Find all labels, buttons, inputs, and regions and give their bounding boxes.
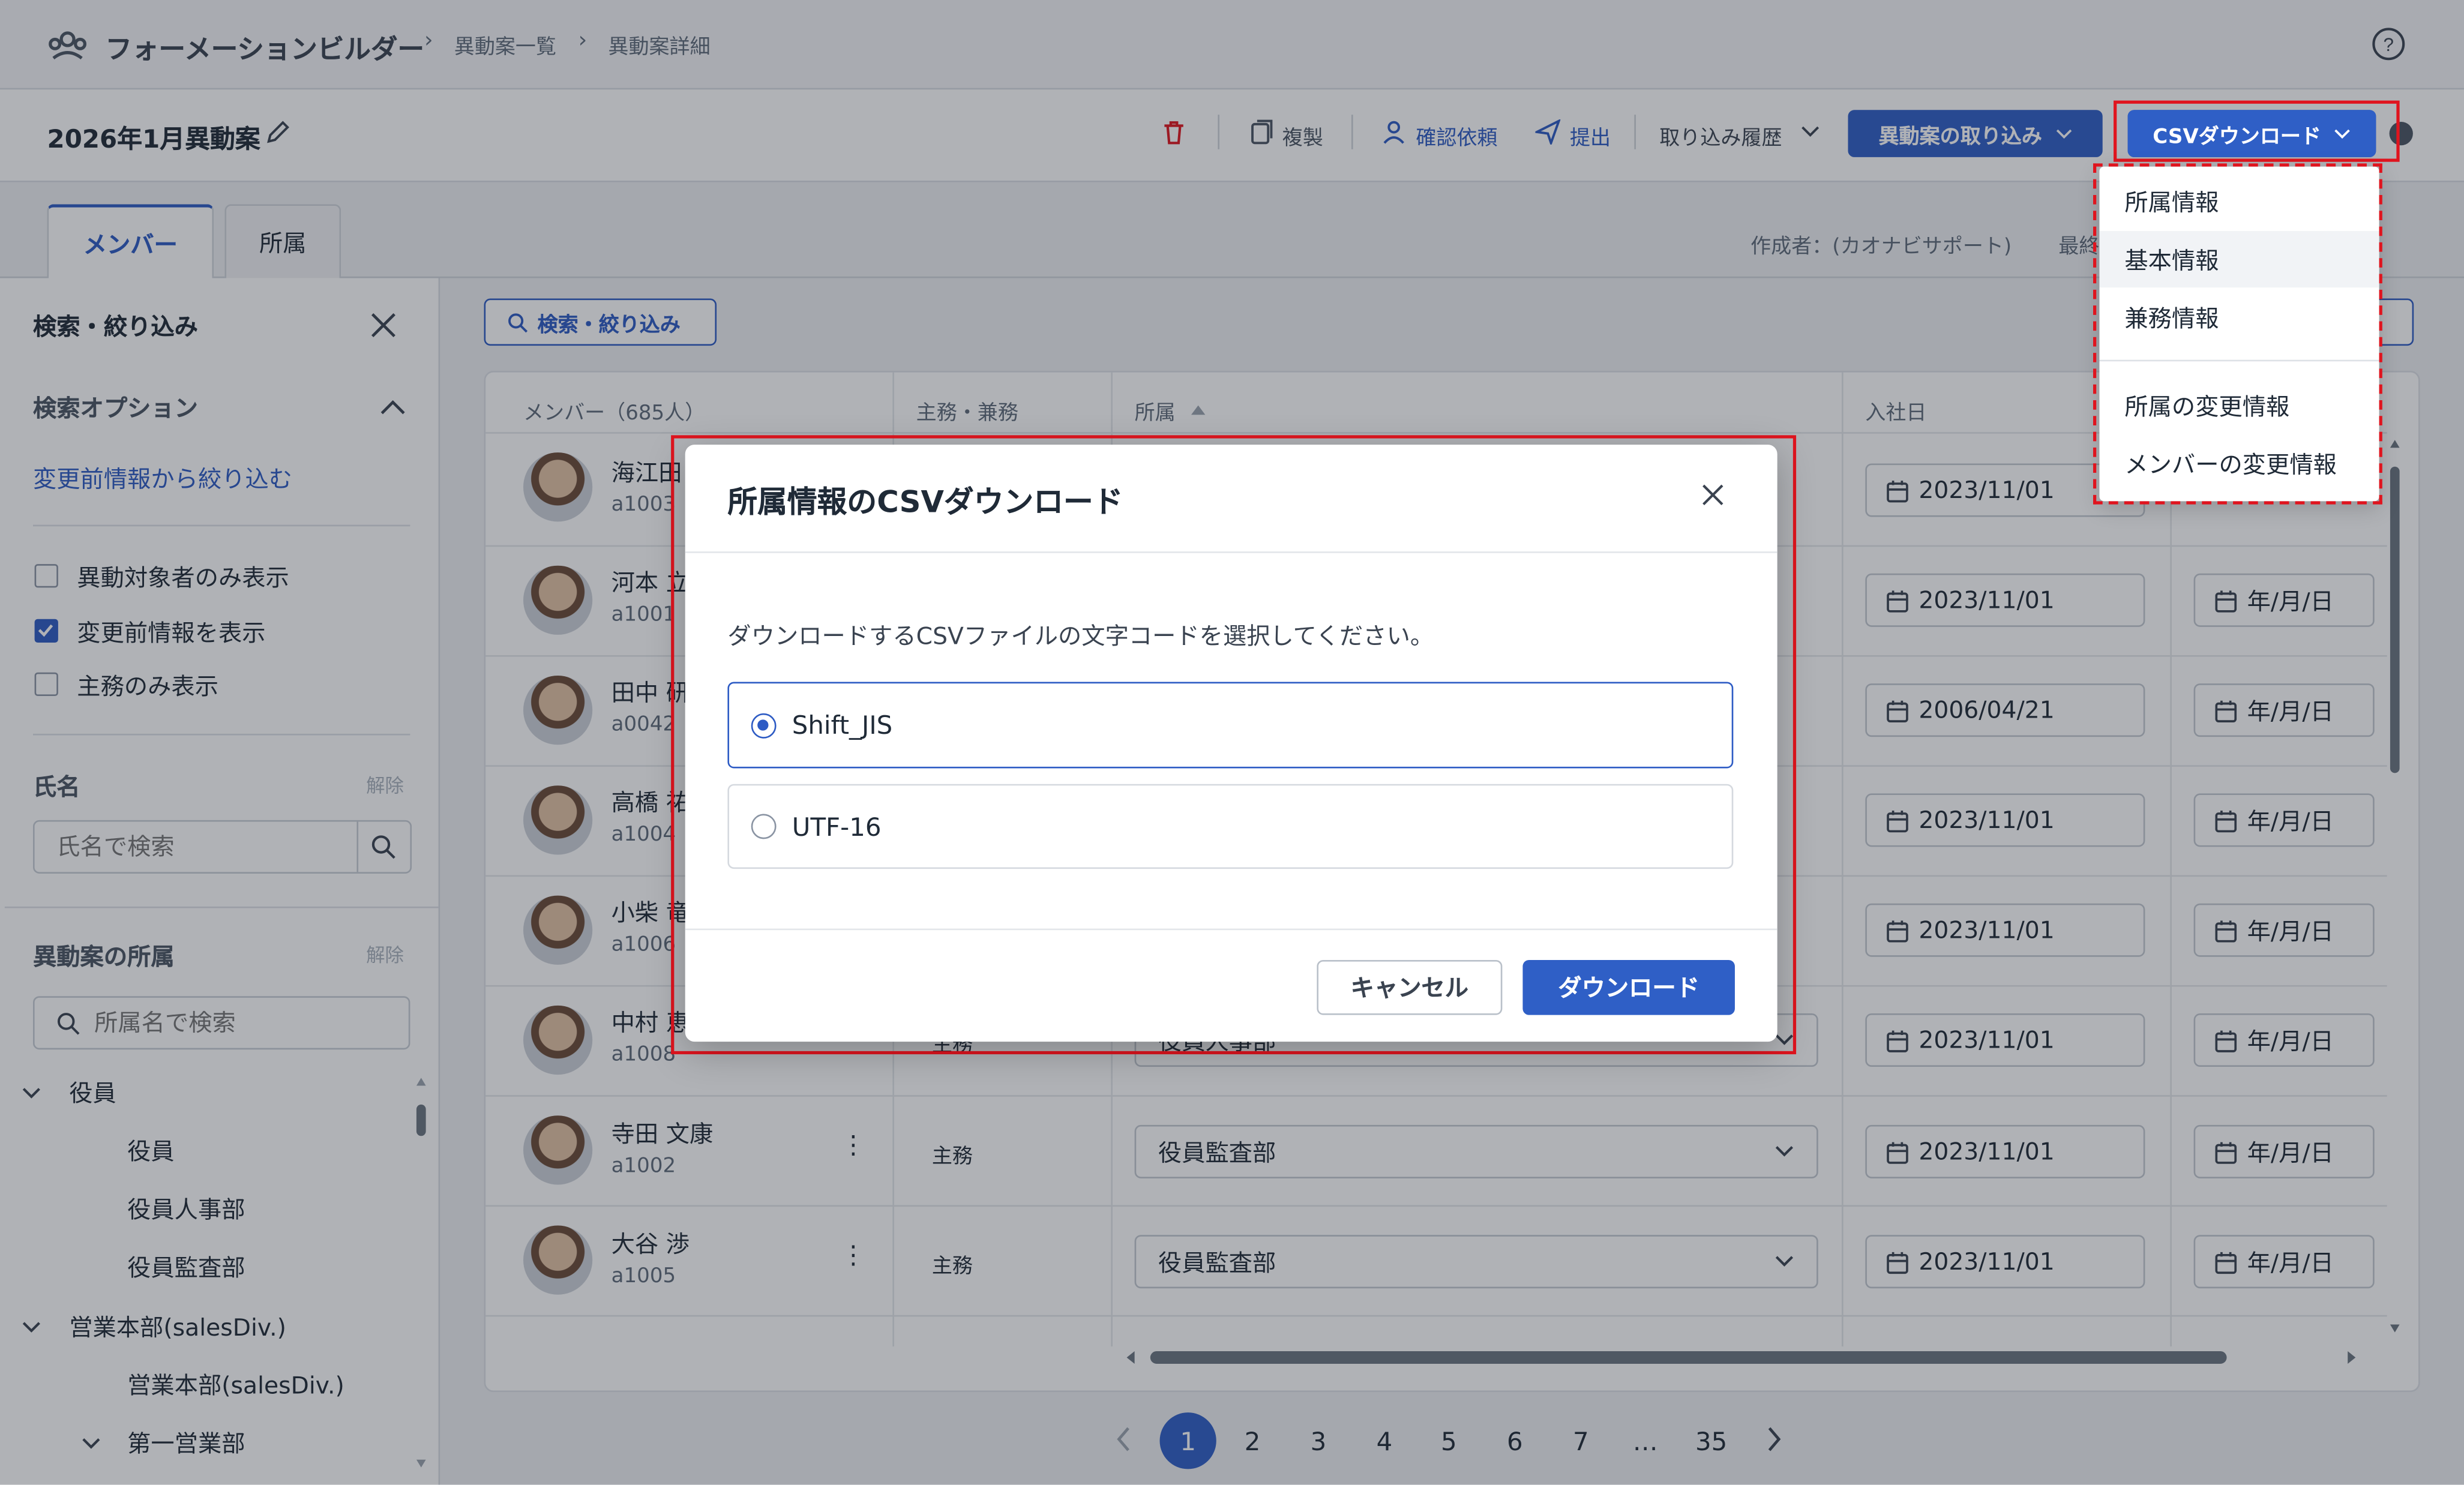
dialog-description: ダウンロードするCSVファイルの文字コードを選択してください。: [727, 622, 1434, 651]
download-button[interactable]: ダウンロード: [1522, 959, 1735, 1015]
radio-shift-jis[interactable]: [751, 712, 777, 738]
download-label: ダウンロード: [1558, 974, 1700, 1003]
option-label: Shift_JIS: [792, 710, 893, 740]
app-window: フォーメーションビルダー › 異動案一覧 › 異動案詳細 ? 2026年1月異動…: [0, 0, 2464, 1485]
option-label: UTF-16: [792, 811, 882, 842]
csv-download-dialog: 所属情報のCSVダウンロード ダウンロードするCSVファイルの文字コードを選択し…: [685, 445, 1777, 1042]
chevron-down-icon: [2334, 128, 2351, 138]
encoding-option-utf16[interactable]: UTF-16: [727, 784, 1734, 869]
cancel-label: キャンセル: [1350, 974, 1469, 1003]
csv-download-label: CSVダウンロード: [2153, 125, 2321, 149]
csv-download-button-active[interactable]: CSVダウンロード: [2127, 110, 2376, 157]
encoding-option-shift-jis[interactable]: Shift_JIS: [727, 682, 1734, 769]
close-icon[interactable]: [1702, 484, 1724, 506]
dialog-title: 所属情報のCSVダウンロード: [727, 485, 1123, 520]
radio-utf16[interactable]: [751, 814, 777, 839]
highlight-menu: [2093, 163, 2382, 505]
cancel-button[interactable]: キャンセル: [1317, 959, 1503, 1015]
